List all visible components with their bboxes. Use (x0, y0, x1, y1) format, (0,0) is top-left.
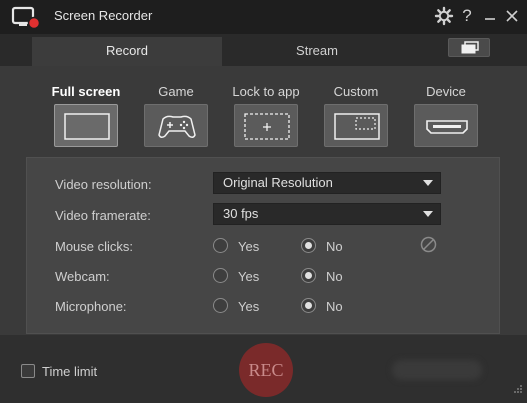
webcam-no-label: No (326, 269, 343, 284)
resize-grip-icon[interactable] (513, 381, 523, 399)
microphone-label: Microphone: (55, 299, 127, 314)
help-button[interactable]: ? (457, 6, 477, 26)
obscured-region (392, 360, 482, 380)
webcam-no-radio[interactable] (301, 268, 316, 283)
microphone-no-radio[interactable] (301, 298, 316, 313)
mouse-clicks-no-label: No (326, 239, 343, 254)
game-button[interactable] (144, 104, 208, 147)
microphone-yes-label: Yes (238, 299, 260, 314)
video-resolution-value: Original Resolution (223, 175, 333, 190)
mode-label: Custom (333, 84, 379, 99)
device-button[interactable] (414, 104, 478, 147)
mode-full-screen[interactable]: Full screen (51, 84, 121, 147)
tab-record[interactable]: Record (32, 37, 222, 66)
video-framerate-dropdown[interactable]: 30 fps (213, 203, 441, 225)
mouse-clicks-yes-radio[interactable] (213, 238, 228, 253)
chevron-down-icon (423, 211, 433, 217)
chevron-down-icon (423, 180, 433, 186)
minimize-button[interactable] (480, 6, 500, 26)
mode-device[interactable]: Device (411, 84, 481, 147)
mouse-clicks-settings-disabled-icon[interactable] (420, 236, 437, 258)
mode-label: Full screen (51, 84, 121, 99)
mode-label: Game (158, 84, 194, 99)
window-title: Screen Recorder (54, 8, 153, 23)
microphone-yes-radio[interactable] (213, 298, 228, 313)
custom-region-icon (334, 113, 380, 140)
tab-stream[interactable]: Stream (222, 37, 412, 66)
rec-button[interactable]: REC (239, 343, 293, 397)
hdmi-device-icon (426, 120, 468, 134)
webcam-label: Webcam: (55, 269, 110, 284)
webcam-yes-label: Yes (238, 269, 260, 284)
microphone-no-label: No (326, 299, 343, 314)
time-limit-label[interactable]: Time limit (42, 364, 97, 379)
mode-label: Lock to app (232, 84, 300, 99)
gamepad-icon (158, 115, 196, 139)
close-button[interactable] (502, 6, 522, 26)
full-screen-button[interactable] (54, 104, 118, 147)
mode-custom[interactable]: Custom (321, 84, 391, 147)
settings-gear-icon[interactable] (434, 6, 454, 26)
video-framerate-value: 30 fps (223, 206, 259, 221)
video-resolution-dropdown[interactable]: Original Resolution (213, 172, 441, 194)
webcam-yes-radio[interactable] (213, 268, 228, 283)
full-screen-icon (64, 113, 110, 140)
mouse-clicks-label: Mouse clicks: (55, 239, 134, 254)
video-framerate-label: Video framerate: (55, 208, 151, 223)
mode-label: Device (426, 84, 466, 99)
lock-to-app-button[interactable] (234, 104, 298, 147)
video-resolution-label: Video resolution: (55, 177, 152, 192)
custom-button[interactable] (324, 104, 388, 147)
mouse-clicks-yes-label: Yes (238, 239, 260, 254)
lock-to-app-icon (244, 113, 290, 140)
mini-mode-button[interactable] (448, 38, 490, 57)
time-limit-checkbox[interactable] (21, 364, 35, 378)
mode-lock-to-app[interactable]: Lock to app (231, 84, 301, 147)
mouse-clicks-no-radio[interactable] (301, 238, 316, 253)
app-icon (10, 6, 44, 30)
windows-icon (461, 41, 479, 54)
mode-game[interactable]: Game (141, 84, 211, 147)
